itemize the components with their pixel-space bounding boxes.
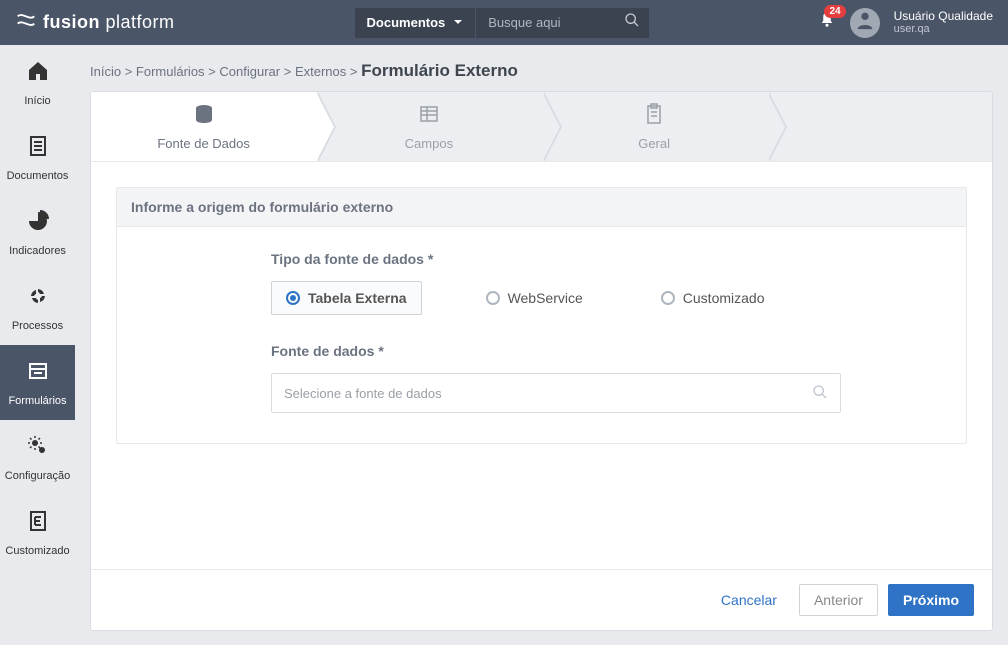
sidebar-item-label: Documentos <box>7 170 69 182</box>
sidebar-item-label: Configuração <box>5 470 70 482</box>
step-placeholder <box>767 92 992 161</box>
breadcrumb-current: Formulário Externo <box>361 61 518 80</box>
search-icon <box>624 12 640 33</box>
previous-button[interactable]: Anterior <box>799 584 878 616</box>
sidebar-item-label: Processos <box>12 320 63 332</box>
select-placeholder: Selecione a fonte de dados <box>284 386 442 401</box>
fields-icon <box>417 102 441 132</box>
avatar[interactable] <box>850 8 880 38</box>
radio-label: WebService <box>508 290 583 306</box>
radio-tabela-externa[interactable]: Tabela Externa <box>271 281 422 315</box>
process-icon <box>26 284 50 314</box>
logo[interactable]: fusion platform <box>15 9 175 36</box>
sidebar-item-inicio[interactable]: Início <box>0 45 75 120</box>
document-icon <box>26 134 50 164</box>
user-name: Usuário Qualidade <box>894 9 993 23</box>
home-icon <box>26 59 50 89</box>
wizard-body: Informe a origem do formulário externo T… <box>91 162 992 569</box>
radio-icon <box>286 291 300 305</box>
form-icon <box>26 359 50 389</box>
notification-badge: 24 <box>824 5 845 18</box>
sidebar-item-label: Indicadores <box>9 245 66 257</box>
sidebar-item-formularios[interactable]: Formulários <box>0 345 75 420</box>
cancel-button[interactable]: Cancelar <box>709 586 789 614</box>
user-login: user.qa <box>894 23 993 36</box>
search-input[interactable] <box>475 8 615 38</box>
source-select[interactable]: Selecione a fonte de dados <box>271 373 841 413</box>
layout: Início Documentos Indicadores Processos … <box>0 45 1008 645</box>
clipboard-icon <box>642 102 666 132</box>
search-button[interactable] <box>615 8 649 38</box>
radio-webservice[interactable]: WebService <box>472 281 597 315</box>
sidebar-item-label: Customizado <box>5 545 69 557</box>
sidebar-item-processos[interactable]: Processos <box>0 270 75 345</box>
step-fonte-dados[interactable]: Fonte de Dados <box>91 92 316 161</box>
step-geral[interactable]: Geral <box>542 92 767 161</box>
database-icon <box>192 102 216 132</box>
search-icon <box>812 384 828 403</box>
sidebar-item-documentos[interactable]: Documentos <box>0 120 75 195</box>
notifications-button[interactable]: 24 <box>818 11 836 34</box>
breadcrumb-link[interactable]: Configurar <box>219 64 280 79</box>
step-campos[interactable]: Campos <box>316 92 541 161</box>
panel-title: Informe a origem do formulário externo <box>117 188 966 227</box>
wizard-steps: Fonte de Dados Campos Geral <box>91 92 992 162</box>
breadcrumb-link[interactable]: Início <box>90 64 121 79</box>
wizard-card: Fonte de Dados Campos Geral <box>90 91 993 631</box>
search-area: Documentos <box>355 8 650 38</box>
step-label: Geral <box>638 136 670 151</box>
radio-group-tipo: Tabela Externa WebService Customizado <box>271 281 942 315</box>
radio-icon <box>661 291 675 305</box>
wizard-footer: Cancelar Anterior Próximo <box>91 569 992 630</box>
sidebar-item-label: Início <box>24 95 50 107</box>
bell-icon <box>818 16 836 33</box>
breadcrumb-link[interactable]: Formulários <box>136 64 205 79</box>
radio-label: Tabela Externa <box>308 290 407 306</box>
sidebar-item-indicadores[interactable]: Indicadores <box>0 195 75 270</box>
user-info[interactable]: Usuário Qualidade user.qa <box>894 9 993 37</box>
field-source-label: Fonte de dados * <box>271 343 942 359</box>
breadcrumb-link[interactable]: Externos <box>295 64 346 79</box>
panel: Informe a origem do formulário externo T… <box>116 187 967 444</box>
gears-icon <box>26 434 50 464</box>
search-type-dropdown[interactable]: Documentos <box>355 8 476 38</box>
main-content: Início > Formulários > Configurar > Exte… <box>75 45 1008 645</box>
header-right: 24 Usuário Qualidade user.qa <box>818 8 993 38</box>
step-label: Fonte de Dados <box>157 136 250 151</box>
radio-customizado[interactable]: Customizado <box>647 281 779 315</box>
caret-down-icon <box>453 15 463 30</box>
radio-label: Customizado <box>683 290 765 306</box>
sidebar-item-customizado[interactable]: Customizado <box>0 495 75 570</box>
sidebar-item-configuracao[interactable]: Configuração <box>0 420 75 495</box>
next-button[interactable]: Próximo <box>888 584 974 616</box>
radio-icon <box>486 291 500 305</box>
sidebar-item-label: Formulários <box>8 395 66 407</box>
logo-icon <box>15 9 37 36</box>
custom-icon <box>26 509 50 539</box>
breadcrumb: Início > Formulários > Configurar > Exte… <box>90 55 993 91</box>
panel-body: Tipo da fonte de dados * Tabela Externa … <box>117 227 966 443</box>
chart-icon <box>26 209 50 239</box>
field-type-label: Tipo da fonte de dados * <box>271 251 942 267</box>
step-label: Campos <box>405 136 453 151</box>
app-header: fusion platform Documentos 24 <box>0 0 1008 45</box>
search-type-label: Documentos <box>367 15 446 30</box>
user-icon <box>854 9 876 36</box>
sidebar: Início Documentos Indicadores Processos … <box>0 45 75 645</box>
logo-text: fusion platform <box>43 12 175 33</box>
